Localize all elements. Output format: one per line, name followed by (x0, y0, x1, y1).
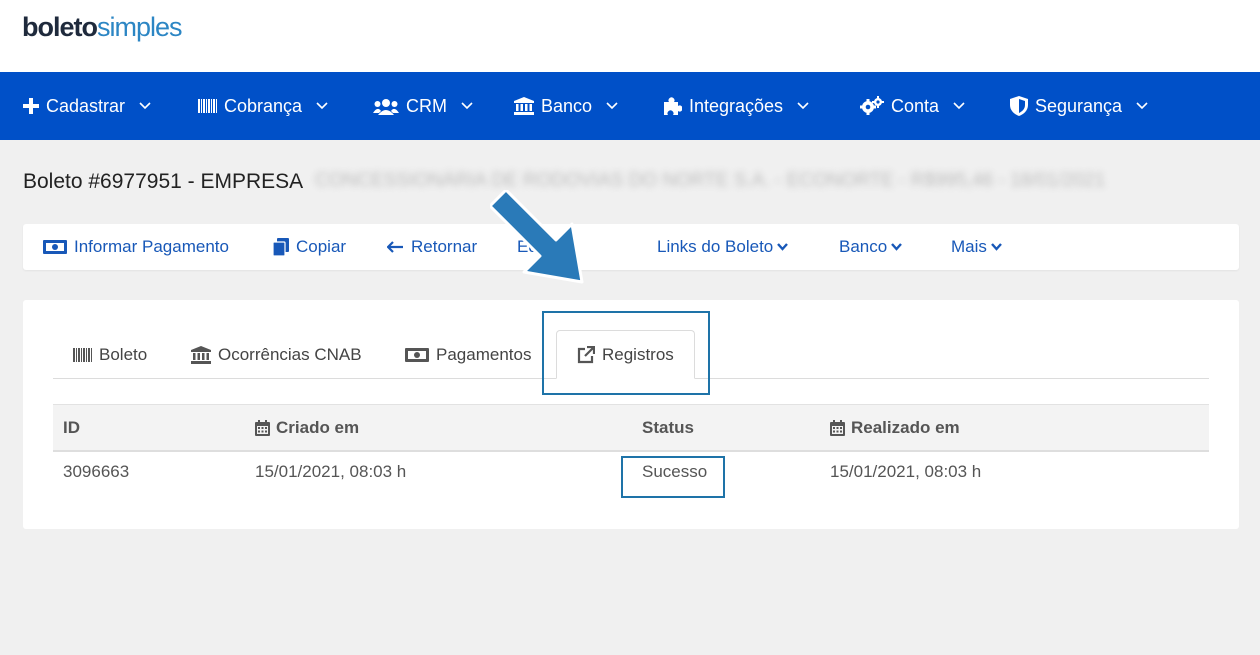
nav-label: Integrações (689, 95, 784, 116)
toolbar-label: Banco (839, 237, 888, 256)
tab-label: Pagamentos (436, 344, 532, 364)
registros-tab-highlight (542, 311, 710, 395)
calendar-icon (830, 420, 845, 436)
money-icon (43, 240, 67, 254)
column-header-criado-em: Criado em (255, 405, 359, 451)
shield-icon (1010, 96, 1028, 116)
links-do-boleto-dropdown[interactable]: Links do Boleto (657, 224, 789, 270)
tab-pagamentos[interactable]: Pagamentos (405, 330, 531, 379)
plus-icon (23, 98, 39, 114)
chevron-down-icon (139, 102, 151, 110)
caret-down-icon (777, 243, 789, 251)
informar-pagamento-button[interactable]: Informar Pagamento (43, 224, 229, 270)
registros-card: Boleto Ocorrências CNAB Pagamentos Regis… (23, 300, 1239, 529)
cell-realizado-em: 15/01/2021, 08:03 h (830, 462, 982, 481)
status-highlight (621, 456, 725, 498)
toolbar-label: Copiar (296, 237, 347, 256)
calendar-icon (255, 420, 270, 436)
barcode-icon (73, 347, 92, 362)
nav-label: Cadastrar (46, 95, 126, 116)
table-header: ID Criado em Status Realizado em (53, 404, 1209, 452)
chevron-down-icon (1136, 102, 1148, 110)
copiar-button[interactable]: Copiar (273, 224, 346, 270)
column-header-label: Criado em (276, 418, 360, 437)
chevron-down-icon (797, 102, 809, 110)
puzzle-icon (664, 97, 682, 115)
nav-item-cadastrar[interactable]: Cadastrar (23, 72, 151, 140)
tab-label: Ocorrências CNAB (218, 344, 362, 364)
caret-down-icon (991, 243, 1002, 251)
main-nav: Cadastrar Cobrança CRM Banco Integrações… (0, 72, 1260, 140)
money-icon (405, 347, 429, 362)
tab-boleto[interactable]: Boleto (73, 330, 147, 379)
column-header-id: ID (63, 418, 80, 437)
users-icon (373, 98, 399, 115)
nav-item-conta[interactable]: Conta (860, 72, 965, 140)
top-header: boletosimples (0, 0, 1260, 72)
copy-icon (273, 238, 289, 256)
logo[interactable]: boletosimples (22, 12, 183, 43)
nav-item-seguranca[interactable]: Segurança (1010, 72, 1148, 140)
tab-ocorrencias-cnab[interactable]: Ocorrências CNAB (191, 330, 362, 379)
logo-part-2: simples (97, 12, 183, 42)
bank-icon (191, 345, 211, 364)
retornar-button[interactable]: Retornar (387, 224, 477, 270)
toolbar-label: Mais (951, 237, 987, 256)
gears-icon (860, 96, 884, 115)
nav-item-integracoes[interactable]: Integrações (662, 72, 809, 140)
caret-down-icon (891, 243, 903, 251)
nav-item-banco[interactable]: Banco (514, 72, 618, 140)
column-header-label: Realizado em (851, 418, 960, 437)
boleto-toolbar: Informar Pagamento Copiar Retornar Edito… (23, 224, 1239, 270)
chevron-down-icon (316, 102, 328, 110)
annotation-arrow-icon (490, 190, 584, 284)
nav-label: CRM (406, 95, 447, 116)
banco-dropdown[interactable]: Banco (839, 224, 903, 270)
logo-part-1: boleto (22, 12, 98, 42)
cell-id: 3096663 (63, 462, 130, 481)
nav-label: Conta (891, 95, 940, 116)
chevron-down-icon (461, 102, 473, 110)
cell-criado-em: 15/01/2021, 08:03 h (255, 462, 407, 481)
page-title-blurred: CONCESSIONÁRIA DE RODOVIAS DO NORTE S.A.… (315, 170, 1106, 191)
toolbar-label: Links do Boleto (657, 237, 774, 256)
column-header-realizado-em: Realizado em (830, 405, 960, 451)
bank-icon (514, 97, 534, 115)
chevron-down-icon (953, 102, 965, 110)
chevron-down-icon (606, 102, 618, 110)
column-header-status: Status (642, 418, 694, 437)
arrow-left-icon (387, 241, 403, 253)
nav-item-crm[interactable]: CRM (373, 72, 473, 140)
toolbar-label: Informar Pagamento (74, 237, 229, 256)
nav-item-cobranca[interactable]: Cobrança (198, 72, 328, 140)
page-title: Boleto #6977951 - EMPRESA (23, 170, 304, 193)
toolbar-label: Retornar (411, 237, 478, 256)
nav-label: Cobrança (224, 95, 303, 116)
barcode-icon (198, 99, 217, 113)
nav-label: Banco (541, 95, 593, 116)
tab-label: Boleto (99, 344, 148, 364)
mais-dropdown[interactable]: Mais (951, 224, 1002, 270)
nav-label: Segurança (1035, 95, 1123, 116)
